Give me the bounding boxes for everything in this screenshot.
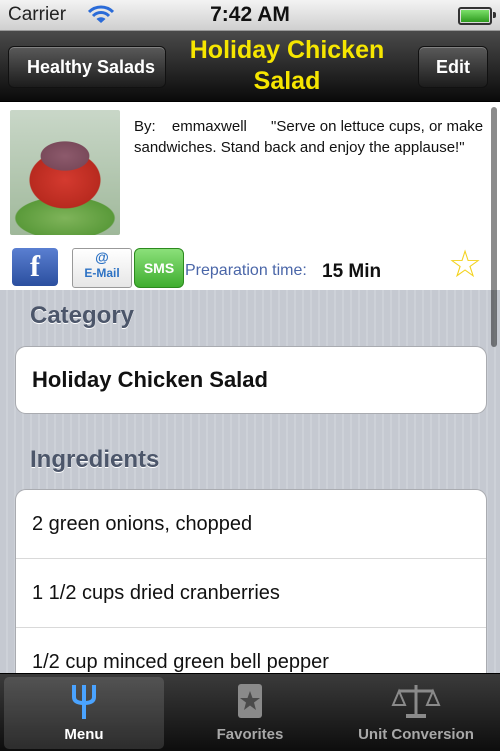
facebook-share-button[interactable]: f <box>12 248 58 286</box>
list-item[interactable]: 1 1/2 cups dried cranberries <box>16 559 486 628</box>
favorites-bookmark-icon <box>170 681 330 721</box>
ingredients-section-header: Ingredients <box>30 446 160 473</box>
category-value[interactable]: Holiday Chicken Salad <box>16 347 486 413</box>
tab-favorites-label: Favorites <box>216 726 284 743</box>
recipe-details-table[interactable]: Category Holiday Chicken Salad Ingredien… <box>0 290 500 673</box>
recipe-photo <box>10 110 120 235</box>
tab-menu-label: Menu <box>64 726 104 743</box>
author-name: emmaxwell <box>171 118 247 135</box>
back-button[interactable]: Healthy Salads <box>8 46 167 88</box>
tab-menu[interactable]: Menu <box>4 677 164 749</box>
recipe-description-block: By: emmaxwell "Serve on lettuce cups, or… <box>134 116 484 158</box>
sms-icon: SMS <box>143 260 175 276</box>
status-time: 7:42 AM <box>210 3 290 26</box>
list-item[interactable]: 1/2 cup minced green bell pepper <box>16 628 486 673</box>
preparation-time-value: 15 Min <box>322 261 382 282</box>
tab-favorites[interactable]: Favorites <box>170 677 330 749</box>
favorite-star-icon[interactable]: ☆ <box>448 246 482 284</box>
email-icon-label: E-Mail <box>84 266 120 280</box>
battery-icon <box>458 7 496 25</box>
sms-share-button[interactable]: SMS <box>134 248 184 288</box>
scale-icon <box>336 681 496 721</box>
by-label: By: <box>134 118 156 135</box>
category-section-header: Category <box>30 302 135 329</box>
page-title: Holiday Chicken Salad <box>189 36 385 95</box>
scrollbar[interactable] <box>491 107 497 347</box>
email-at-icon: @ <box>95 249 109 265</box>
facebook-icon: f <box>30 250 40 283</box>
navigation-bar: Healthy Salads Holiday Chicken Salad Edi… <box>0 31 500 102</box>
status-bar: Carrier 7:42 AM <box>0 0 500 31</box>
category-card: Holiday Chicken Salad <box>15 346 487 414</box>
edit-button[interactable]: Edit <box>418 46 488 88</box>
preparation-time-label: Preparation time: <box>185 262 307 279</box>
fork-icon <box>4 681 164 721</box>
tab-unit-conversion[interactable]: Unit Conversion <box>336 677 496 749</box>
email-share-button[interactable]: @ E-Mail <box>72 248 132 288</box>
list-item[interactable]: 2 green onions, chopped <box>16 490 486 559</box>
ingredients-card: 2 green onions, chopped 1 1/2 cups dried… <box>15 489 487 673</box>
tab-unit-conversion-label: Unit Conversion <box>358 726 474 743</box>
tab-bar: Menu Favorites Unit Conversion <box>0 673 500 751</box>
